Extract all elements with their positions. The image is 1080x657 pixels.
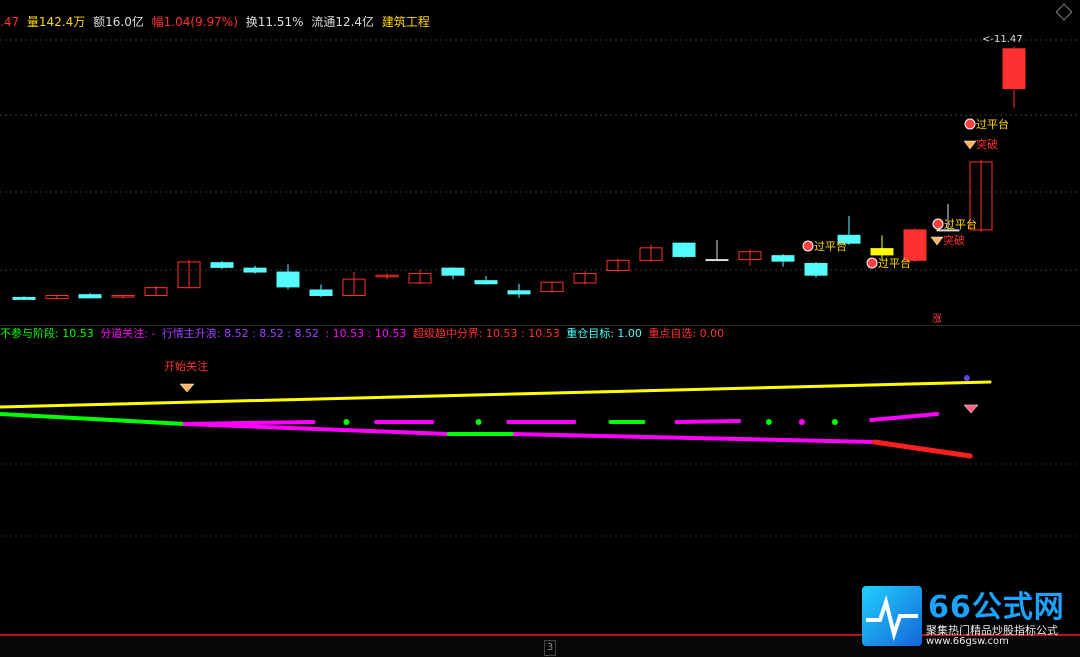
indicator-line: [674, 419, 742, 424]
annotation-label: 过平台: [878, 256, 911, 270]
diamond-icon: [963, 404, 979, 414]
indicator-dot: [765, 419, 772, 425]
candle-body: [78, 294, 102, 299]
indicator-dot: [475, 419, 482, 425]
indicator-line: [869, 412, 940, 422]
indicator-line: [0, 412, 187, 426]
diamond-icon: [930, 236, 944, 246]
annotation-label: 过平台: [944, 217, 977, 231]
logo-title: 66公式网: [928, 590, 1065, 625]
indicator-dot: [343, 419, 350, 425]
candle-body: [210, 262, 234, 268]
indicator-dot: [963, 375, 970, 381]
candle-body: [1002, 48, 1026, 90]
candle-body: [870, 248, 894, 256]
ball-icon: [802, 240, 814, 252]
candlestick-chart[interactable]: <-11.47过平台过平台过平台过平台突破突破涨: [0, 0, 1080, 325]
candle-body: [507, 290, 531, 295]
annotation-label: 突破: [943, 233, 965, 247]
candle-body: [705, 259, 729, 262]
logo-mark-icon: [862, 586, 922, 646]
price-label: <-11.47: [982, 34, 1023, 45]
indicator-dot: [831, 419, 838, 425]
candle-body: [276, 271, 300, 288]
indicator-line: [872, 439, 973, 459]
annotation-label: 过平台: [814, 239, 847, 253]
page-tab[interactable]: 3: [544, 640, 556, 656]
annotation-label: 过平台: [976, 117, 1009, 131]
diamond-icon: [963, 140, 977, 150]
indicator-line: [0, 380, 992, 409]
diamond-icon: [179, 383, 195, 393]
candle-body: [441, 267, 465, 276]
start-focus-label: 开始关注: [164, 359, 208, 373]
candle-body: [243, 267, 267, 273]
candle-body: [672, 242, 696, 257]
annotation-label: 突破: [976, 137, 998, 151]
ball-icon: [866, 257, 878, 269]
candle-body: [309, 289, 333, 296]
indicator-line: [182, 420, 316, 426]
candle-body: [804, 262, 828, 276]
ball-icon: [964, 118, 976, 130]
candle-body: [771, 255, 795, 262]
indicator-line: [509, 432, 877, 444]
candle-body: [12, 296, 36, 300]
candle-body: [903, 229, 927, 261]
site-logo: 66公式网 聚集热门精品炒股指标公式 www.66gsw.com: [860, 586, 1074, 650]
indicator-dot: [798, 419, 805, 425]
zhang-mark: 涨: [932, 313, 942, 325]
logo-url: www.66gsw.com: [926, 636, 1009, 647]
ball-icon: [932, 218, 944, 230]
indicator-line: [182, 422, 451, 436]
candle-body: [474, 280, 498, 285]
